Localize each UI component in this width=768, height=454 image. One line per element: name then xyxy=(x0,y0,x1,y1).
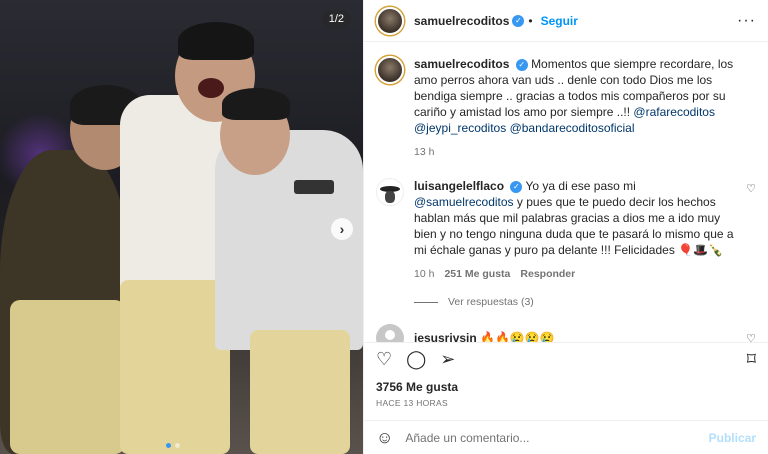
verified-icon: ✓ xyxy=(512,14,525,27)
comments-list[interactable]: samuelrecoditos ✓ Momentos que siempre r… xyxy=(364,42,768,342)
caption-username[interactable]: samuelrecoditos xyxy=(414,57,509,71)
post-actions: ♡ ◯ ➢ ⌑ xyxy=(364,342,768,374)
verified-icon: ✓ xyxy=(510,180,523,193)
view-replies-button[interactable]: Ver respuestas (3) xyxy=(414,296,756,308)
mention-link[interactable]: @jeypi_recoditos xyxy=(414,121,506,135)
caption-avatar[interactable] xyxy=(376,56,404,84)
carousel-dot xyxy=(175,443,180,448)
author-username[interactable]: samuelrecoditos xyxy=(414,14,509,28)
person-right-legs xyxy=(250,330,350,454)
like-comment-icon[interactable]: ♡ xyxy=(746,332,756,342)
commenter-username[interactable]: luisangelelflaco xyxy=(414,179,504,193)
emoji-icon[interactable]: ☺ xyxy=(376,428,393,448)
comment-icon[interactable]: ◯ xyxy=(406,350,426,368)
post-header: samuelrecoditos ✓ • Seguir ··· xyxy=(364,0,768,42)
like-comment-icon[interactable]: ♡ xyxy=(746,182,756,282)
add-comment-bar: ☺ Añade un comentario... Publicar xyxy=(364,420,768,454)
share-icon[interactable]: ➢ xyxy=(440,350,455,368)
comment-time[interactable]: 10 h xyxy=(414,266,434,282)
heart-icon[interactable]: ♡ xyxy=(376,350,392,368)
post-sidebar: samuelrecoditos ✓ • Seguir ··· samuelrec… xyxy=(363,0,768,454)
mention-link[interactable]: @bandarecoditosoficial xyxy=(510,121,635,135)
comment-text: 🔥🔥😢😢😢 xyxy=(480,331,555,342)
comment: luisangelelflaco ✓ Yo ya di ese paso mi … xyxy=(376,178,756,282)
caption: samuelrecoditos ✓ Momentos que siempre r… xyxy=(376,56,756,160)
person-center-legs xyxy=(120,280,230,454)
comment-text: Yo ya di ese paso mi xyxy=(525,179,636,193)
view-replies-label: Ver respuestas (3) xyxy=(448,296,534,308)
replies-line xyxy=(414,301,438,303)
commenter-avatar[interactable] xyxy=(376,324,404,342)
author-avatar[interactable] xyxy=(376,6,404,35)
mention-link[interactable]: @samuelrecoditos xyxy=(414,195,514,209)
post-photo[interactable]: 1/2 › xyxy=(0,0,363,454)
mention-link[interactable]: @rafarecoditos xyxy=(633,105,715,119)
person-left-legs xyxy=(10,300,125,454)
like-count[interactable]: 3756 Me gusta xyxy=(376,380,458,394)
posted-time[interactable]: HACE 13 HORAS xyxy=(376,398,448,408)
jacket-patch xyxy=(294,180,334,194)
carousel-dots xyxy=(166,443,180,448)
commenter-username[interactable]: jesusrivsin xyxy=(414,331,477,342)
more-options-icon[interactable]: ··· xyxy=(737,12,756,30)
author-line: samuelrecoditos ✓ • Seguir xyxy=(414,14,578,28)
person-right-hair xyxy=(222,88,290,120)
comment-likes[interactable]: 251 Me gusta xyxy=(444,266,510,282)
person-center-hair xyxy=(178,22,254,60)
commenter-avatar[interactable] xyxy=(376,178,404,206)
person-center-body xyxy=(120,95,230,295)
separator: • xyxy=(528,13,533,28)
comment-input[interactable]: Añade un comentario... xyxy=(405,431,696,445)
publish-button[interactable]: Publicar xyxy=(709,431,756,445)
bookmark-icon[interactable]: ⌑ xyxy=(747,350,756,368)
reply-button[interactable]: Responder xyxy=(520,266,575,282)
follow-button[interactable]: Seguir xyxy=(541,14,578,28)
person-center-mouth xyxy=(198,78,224,98)
next-image-button[interactable]: › xyxy=(331,218,353,240)
caption-time[interactable]: 13 h xyxy=(414,144,434,160)
verified-icon: ✓ xyxy=(515,58,528,71)
comment: jesusrivsin 🔥🔥😢😢😢 ♡ xyxy=(376,324,756,342)
carousel-dot-active xyxy=(166,443,171,448)
image-counter: 1/2 xyxy=(321,10,351,28)
